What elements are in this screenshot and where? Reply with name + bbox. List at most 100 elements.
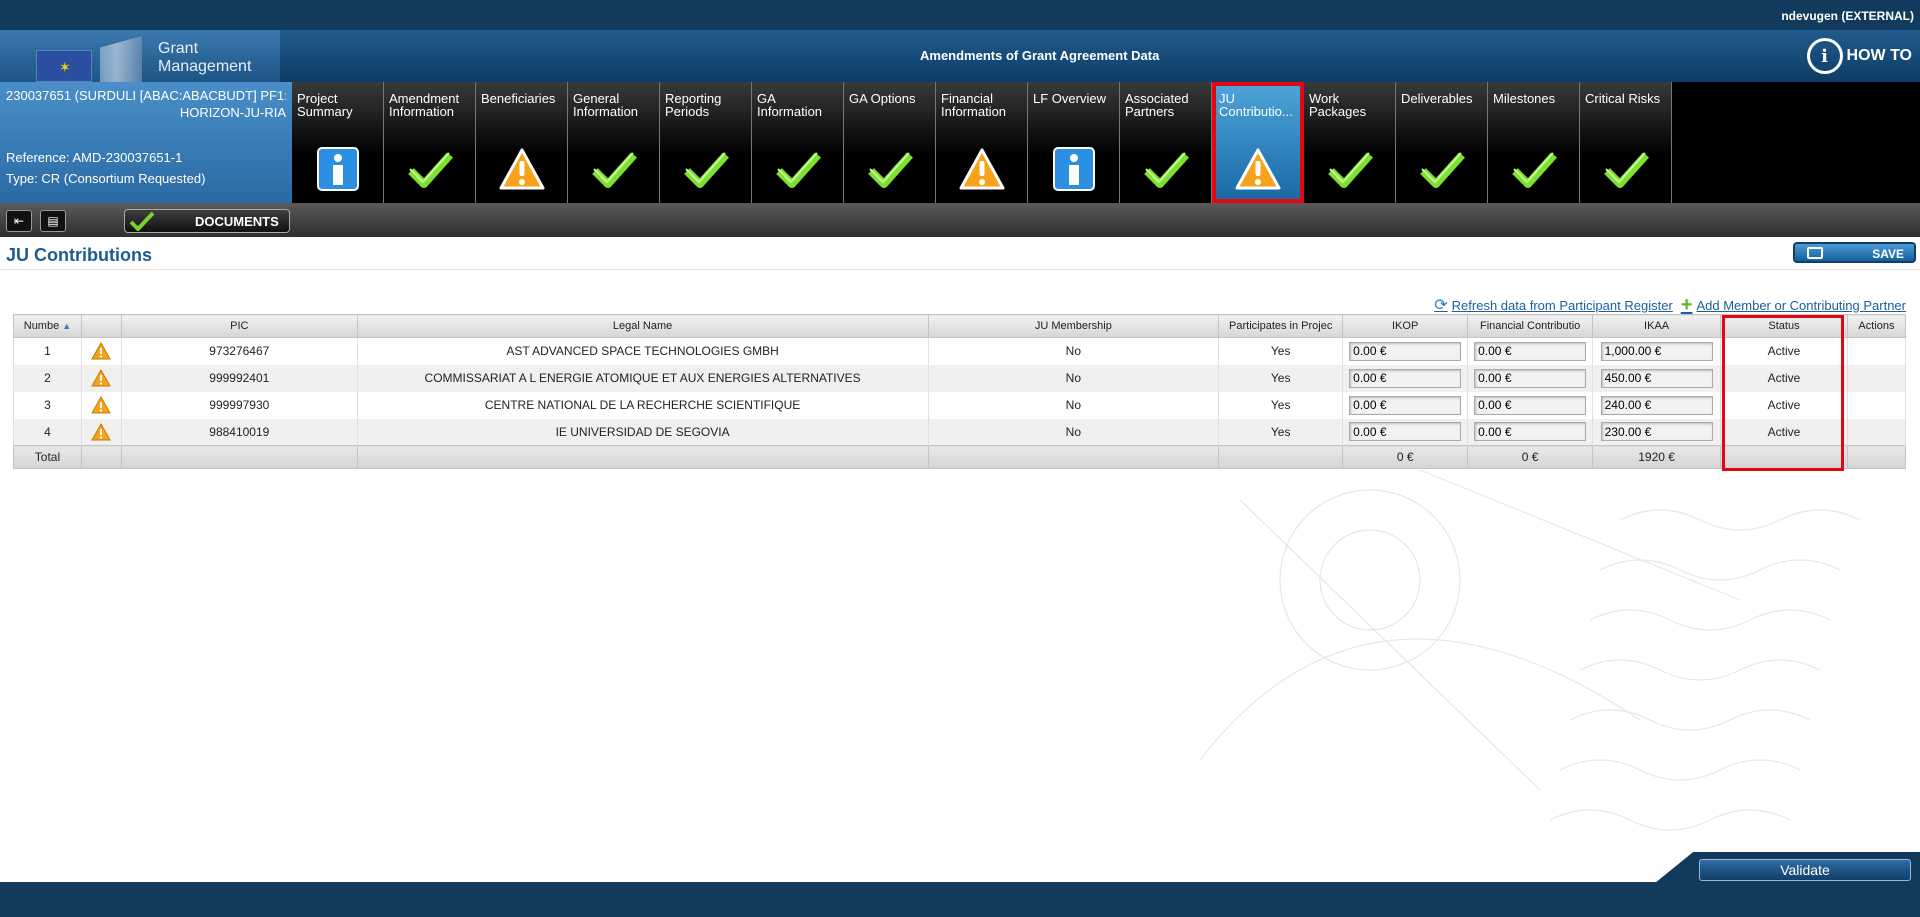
save-button[interactable]: SAVE [1793, 242, 1916, 263]
cell-status: Active [1720, 364, 1848, 392]
check-icon [1327, 152, 1373, 188]
ikaa-input[interactable] [1600, 395, 1713, 415]
tab-label: Associated Partners [1125, 91, 1189, 119]
page-title: JU Contributions [6, 245, 152, 265]
financial-contribution-input[interactable] [1474, 368, 1587, 388]
collapse-panel-button[interactable]: ⇤ [6, 210, 32, 232]
warning-icon [1235, 148, 1281, 190]
cell-ju-membership: No [927, 337, 1220, 365]
col-pic[interactable]: PIC [120, 314, 358, 338]
col-financial-contribution[interactable]: Financial Contributio [1467, 314, 1594, 338]
cell-legal-name: IE UNIVERSIDAD DE SEGOVIA [356, 418, 929, 446]
ikaa-input[interactable] [1600, 368, 1713, 388]
background-sketch [1199, 469, 1861, 831]
tab-label: Milestones [1493, 91, 1556, 106]
total-ikop: 0 € [1342, 445, 1469, 469]
tab-deliverables[interactable]: Deliverables [1396, 82, 1488, 203]
cell-ikop [1342, 364, 1469, 392]
documents-button[interactable]: DOCUMENTS [124, 209, 290, 233]
cell-ikop [1342, 418, 1469, 446]
tab-lf-overview[interactable]: LF Overview [1028, 82, 1120, 203]
financial-contribution-input[interactable] [1474, 341, 1587, 361]
tab-label: Project Summary [297, 91, 353, 119]
title-divider [0, 269, 1920, 270]
tab-work-packages[interactable]: Work Packages [1304, 82, 1396, 203]
tab-critical-risks[interactable]: Critical Risks [1580, 82, 1672, 203]
tab-ju-contributio[interactable]: JU Contributio... [1212, 82, 1304, 203]
amendment-type: Type: CR (Consortium Requested) [6, 171, 206, 186]
col-ikop[interactable]: IKOP [1342, 314, 1469, 338]
tab-beneficiaries[interactable]: Beneficiaries [476, 82, 568, 203]
ikop-input[interactable] [1349, 395, 1462, 415]
cell-warning [80, 418, 122, 446]
tab-milestones[interactable]: Milestones [1488, 82, 1580, 203]
table-row[interactable]: 4 988410019 IE UNIVERSIDAD DE SEGOVIA No Yes… [13, 418, 1907, 446]
toolbar: ⇤ ▤ DOCUMENTS [0, 203, 1920, 237]
tab-label: Financial Information [941, 91, 1007, 119]
tab-project-summary[interactable]: Project Summary [292, 82, 384, 203]
add-member-link[interactable]: + Add Member or Contributing Partner [1681, 295, 1906, 315]
tab-ga-information[interactable]: GA Information [752, 82, 844, 203]
cell-financial-contribution [1467, 418, 1594, 446]
tab-amendment-information[interactable]: Amendment Information [384, 82, 476, 203]
tab-general-information[interactable]: General Information [568, 82, 660, 203]
table-row[interactable]: 2 999992401 COMMISSARIAT A L ENERGIE ATOMI… [13, 364, 1907, 392]
col-ju-membership[interactable]: JU Membership [927, 314, 1220, 338]
col-number[interactable]: Numbe ▲ [13, 314, 82, 338]
col-legal-name[interactable]: Legal Name [356, 314, 929, 338]
how-to-button[interactable]: i HOW TO [1806, 38, 1912, 74]
financial-contribution-input[interactable] [1474, 422, 1587, 442]
refresh-link[interactable]: ⟳ Refresh data from Participant Register [1434, 295, 1673, 315]
cell-actions [1846, 391, 1907, 419]
col-actions: Actions [1846, 314, 1907, 338]
cell-pic: 999992401 [120, 364, 358, 392]
cell-pic: 988410019 [120, 418, 358, 446]
commission-building-icon [100, 36, 142, 82]
check-icon [683, 152, 729, 188]
grant-management-logo[interactable]: ✶ Grant Management [0, 30, 280, 82]
cell-number: 2 [13, 364, 82, 392]
tab-reporting-periods[interactable]: Reporting Periods [660, 82, 752, 203]
cell-pic: 999997930 [120, 391, 358, 419]
user-name: ndevugen (EXTERNAL) [1781, 9, 1914, 23]
cell-ikaa [1592, 418, 1722, 446]
cell-number: 1 [13, 337, 82, 365]
col-ikaa[interactable]: IKAA [1592, 314, 1722, 338]
print-preview-button[interactable]: ▤ [40, 210, 66, 232]
table-actions: ⟳ Refresh data from Participant Register… [1434, 295, 1906, 315]
cell-participates: Yes [1218, 418, 1344, 446]
tab-financial-information[interactable]: Financial Information [936, 82, 1028, 203]
col-participates[interactable]: Participates in Projec [1218, 314, 1344, 338]
validate-button[interactable]: Validate [1699, 859, 1911, 881]
tab-ga-options[interactable]: GA Options [844, 82, 936, 203]
tab-label: General Information [573, 91, 639, 119]
col-warning[interactable] [80, 314, 122, 338]
cell-ikop [1342, 337, 1469, 365]
add-icon: + [1680, 294, 1693, 316]
ikop-input[interactable] [1349, 422, 1462, 442]
ikop-input[interactable] [1349, 368, 1462, 388]
check-icon [1511, 152, 1557, 188]
tab-associated-partners[interactable]: Associated Partners [1120, 82, 1212, 203]
tab-label: LF Overview [1033, 91, 1106, 106]
cell-financial-contribution [1467, 391, 1594, 419]
logo-text: Grant Management [158, 40, 252, 75]
financial-contribution-input[interactable] [1474, 395, 1587, 415]
cell-status: Active [1720, 337, 1848, 365]
table-row[interactable]: 1 973276467 AST ADVANCED SPACE TECHNOLOGIE… [13, 337, 1907, 365]
ikop-input[interactable] [1349, 341, 1462, 361]
ikaa-input[interactable] [1600, 341, 1713, 361]
table-row[interactable]: 3 999997930 CENTRE NATIONAL DE LA RECHERCH… [13, 391, 1907, 419]
check-icon [407, 152, 453, 188]
tab-label: JU Contributio... [1219, 91, 1293, 119]
check-icon [1143, 152, 1189, 188]
ikaa-input[interactable] [1600, 422, 1713, 442]
eu-flag-icon: ✶ [36, 50, 92, 82]
check-icon [775, 152, 821, 188]
col-status[interactable]: Status [1720, 314, 1848, 338]
amendment-reference: Reference: AMD-230037651-1 [6, 150, 183, 165]
check-icon [1603, 152, 1649, 188]
total-row: Total 0 €0 €1920 € [13, 445, 1907, 469]
cell-participates: Yes [1218, 364, 1344, 392]
cell-ikaa [1592, 337, 1722, 365]
